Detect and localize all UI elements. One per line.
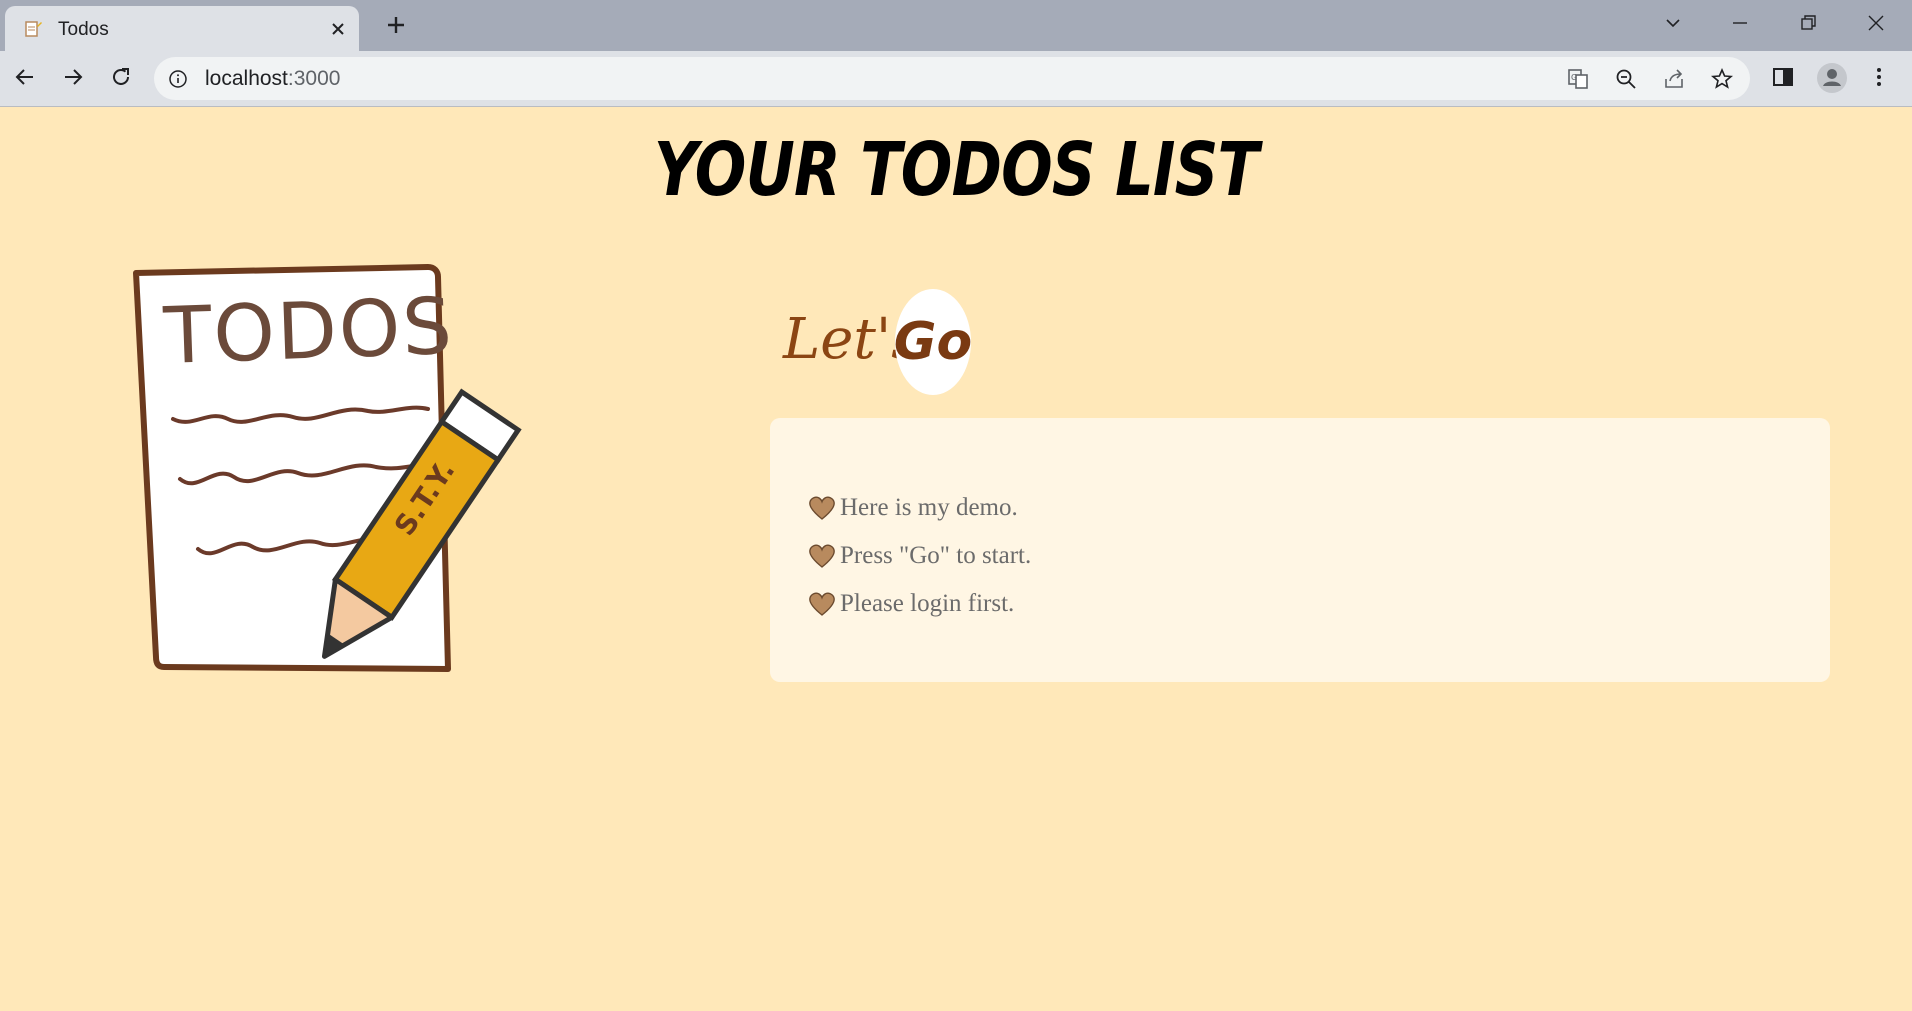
window-close-icon[interactable]	[1863, 10, 1889, 36]
note-text: Please login first.	[840, 590, 1015, 617]
browser-toolbar: localhost:3000 G	[0, 51, 1912, 107]
info-icon[interactable]	[168, 69, 188, 89]
todos-notepad-illustration: TODOS S.T.Y.	[133, 264, 522, 672]
heart-icon	[809, 592, 835, 616]
notepad-favicon-icon	[25, 21, 42, 37]
plus-icon[interactable]	[384, 13, 408, 37]
heart-icon	[809, 496, 835, 520]
url-port: :3000	[287, 67, 341, 90]
heart-icon	[809, 544, 835, 568]
note-text: Press "Go" to start.	[840, 542, 1032, 569]
more-vertical-icon[interactable]	[1866, 64, 1892, 90]
page-title: YOUR TODOS LIST	[653, 127, 1259, 213]
info-card: Here is my demo. Press "Go" to start. Pl…	[770, 418, 1830, 682]
back-arrow-icon[interactable]	[12, 64, 38, 90]
minimize-icon[interactable]	[1727, 10, 1753, 36]
zoom-out-icon[interactable]	[1614, 67, 1638, 91]
forward-arrow-icon[interactable]	[60, 64, 86, 90]
note-text: Here is my demo.	[840, 494, 1018, 521]
svg-text:G: G	[1571, 73, 1577, 82]
browser-tab[interactable]: Todos	[5, 6, 359, 51]
tab-title: Todos	[58, 19, 109, 40]
info-list: Here is my demo. Press "Go" to start. Pl…	[808, 484, 1031, 628]
todo-page: YOUR TODOS LIST TODOS S.T.Y. Let's Go He…	[0, 107, 1912, 1011]
restore-icon[interactable]	[1795, 10, 1821, 36]
star-icon[interactable]	[1710, 67, 1734, 91]
share-icon[interactable]	[1662, 67, 1686, 91]
list-item: Here is my demo.	[808, 484, 1031, 532]
url-text[interactable]: localhost:3000	[205, 67, 340, 91]
notepad-heading: TODOS	[161, 282, 455, 382]
profile-avatar-icon[interactable]	[1816, 62, 1848, 94]
address-bar[interactable]: localhost:3000 G	[154, 57, 1750, 100]
list-item: Press "Go" to start.	[808, 532, 1031, 580]
side-panel-icon[interactable]	[1770, 64, 1796, 90]
chevron-down-icon[interactable]	[1660, 10, 1686, 36]
translate-icon[interactable]: G	[1566, 67, 1590, 91]
go-button[interactable]: Go	[894, 289, 972, 395]
reload-icon[interactable]	[108, 64, 134, 90]
list-item: Please login first.	[808, 580, 1031, 628]
url-host: localhost	[205, 67, 288, 90]
browser-tab-strip: Todos	[0, 0, 1912, 51]
close-icon[interactable]	[327, 18, 349, 40]
